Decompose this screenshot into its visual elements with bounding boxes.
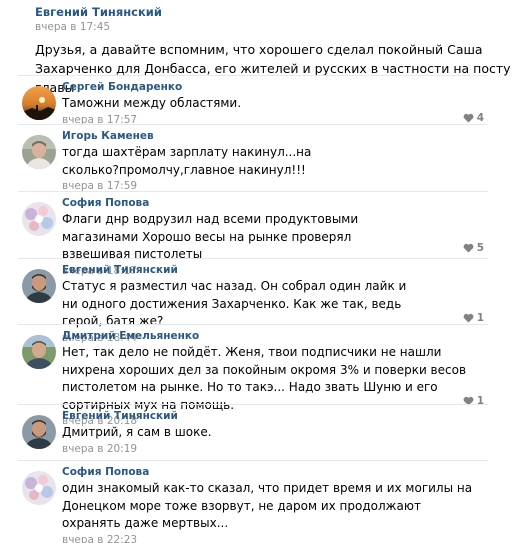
comment-item: Сергей Бондаренко Таможни между областям… <box>18 75 488 131</box>
sunset-photo-avatar[interactable] <box>22 86 56 120</box>
bearded-man-avatar[interactable] <box>22 269 56 303</box>
flowers-photo-avatar[interactable] <box>22 202 56 236</box>
comment-item: Евгений Тинянский Дмитрий, я сам в шоке.… <box>18 404 488 458</box>
comment-author-link[interactable]: София Попова <box>62 465 488 479</box>
comment-text: Флаги днр водрузил над всеми продуктовым… <box>62 212 359 261</box>
bearded-man-avatar[interactable] <box>22 415 56 449</box>
comment-text: Дмитрий, я сам в шоке. <box>62 425 212 439</box>
comment-author-link[interactable]: Игорь Каменев <box>62 129 488 143</box>
flowers-photo-avatar[interactable] <box>22 471 56 505</box>
like-count: 4 <box>476 112 484 124</box>
comment-text: Статус я разместил час назад. Он собрал … <box>62 279 407 328</box>
post-author-link[interactable]: Евгений Тинянский <box>35 5 525 19</box>
comment-author-link[interactable]: Сергей Бондаренко <box>62 80 488 94</box>
post-timestamp[interactable]: вчера в 17:45 <box>35 20 525 34</box>
comment-text: один знакомый как-то сказал, что придет … <box>62 481 473 530</box>
comment-text: тогда шахтёрам зарплату накинул...на ско… <box>62 145 312 177</box>
comment-timestamp[interactable]: вчера в 22:23 <box>62 533 488 543</box>
heart-icon <box>463 113 474 123</box>
like-button[interactable]: 1 <box>463 312 484 324</box>
comment-author-link[interactable]: Евгений Тинянский <box>62 409 488 423</box>
comment-item: Евгений Тинянский Статус я разместил час… <box>18 258 488 344</box>
man-photo-avatar[interactable] <box>22 135 56 169</box>
comment-item: София Попова Флаги днр водрузил над всем… <box>18 191 488 277</box>
comment-author-link[interactable]: Евгений Тинянский <box>62 263 488 277</box>
comment-item: Дмитрий Емельяненко Нет, так дело не пой… <box>18 324 488 427</box>
comment-item: Игорь Каменев тогда шахтёрам зарплату на… <box>18 124 488 192</box>
comment-author-link[interactable]: София Попова <box>62 196 488 210</box>
like-count: 1 <box>476 312 484 324</box>
heart-icon <box>463 243 474 253</box>
comment-text: Таможни между областями. <box>62 96 242 110</box>
comments-page: Евгений Тинянский вчера в 17:45 Друзья, … <box>0 0 525 543</box>
comment-item: София Попова один знакомый как-то сказал… <box>18 460 488 543</box>
like-button[interactable]: 4 <box>463 112 484 124</box>
like-button[interactable]: 5 <box>463 242 484 254</box>
like-count: 5 <box>476 242 484 254</box>
man-outdoor-avatar[interactable] <box>22 335 56 369</box>
comment-timestamp[interactable]: вчера в 20:19 <box>62 442 488 456</box>
comment-author-link[interactable]: Дмитрий Емельяненко <box>62 329 488 343</box>
heart-icon <box>463 313 474 323</box>
post-header: Евгений Тинянский вчера в 17:45 Друзья, … <box>0 0 525 95</box>
